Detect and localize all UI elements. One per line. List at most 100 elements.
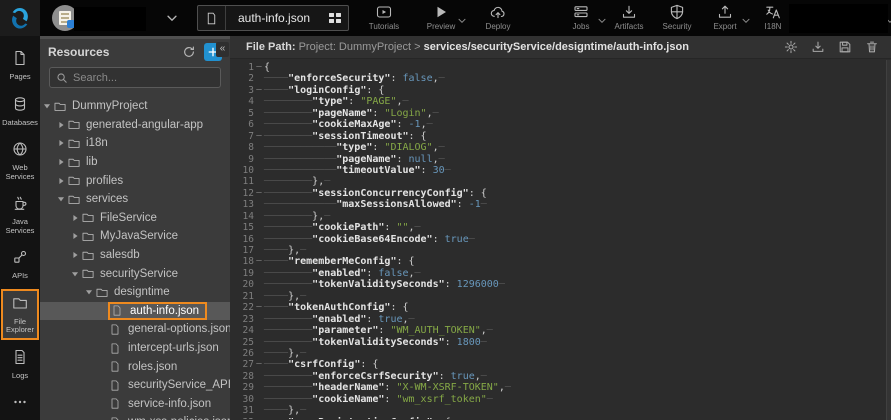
tree-arrow-closed-icon[interactable] xyxy=(56,158,66,166)
toolbar-deploy[interactable]: Deploy xyxy=(479,3,517,31)
line-number: 13 xyxy=(230,199,254,210)
project-chevron-down-icon[interactable] xyxy=(165,11,179,30)
line-number: 19 xyxy=(230,268,254,279)
sidebar-item-logs[interactable]: Logs xyxy=(1,343,39,386)
sidebar-item-java-services[interactable]: Java Services xyxy=(1,189,39,240)
code-text: { xyxy=(264,62,891,73)
sidebar-item-pages[interactable]: Pages xyxy=(1,44,39,87)
fold-spacer xyxy=(254,119,264,130)
toolbar-tutorials[interactable]: Tutorials xyxy=(365,3,403,31)
chevron-down-icon[interactable] xyxy=(598,11,606,29)
tree-item-auth-info.json[interactable]: auth-info.json xyxy=(40,302,230,321)
file-icon xyxy=(109,360,123,373)
tree-arrow-open-icon[interactable] xyxy=(42,102,52,110)
toolbar-artifacts[interactable]: Artifacts xyxy=(610,3,648,31)
deploy-icon xyxy=(490,3,506,21)
search-input[interactable] xyxy=(73,72,203,84)
tree-arrow-closed-icon[interactable] xyxy=(70,232,80,240)
tree-arrow-open-icon[interactable] xyxy=(84,288,94,296)
preview-icon xyxy=(433,3,449,21)
tree-item-salesdb[interactable]: salesdb xyxy=(40,246,230,265)
tree-item-securityService[interactable]: securityService xyxy=(40,264,230,283)
sidebar-item-web-services[interactable]: Web Services xyxy=(1,135,39,186)
delete-file-icon[interactable] xyxy=(865,40,879,54)
tree-item-MyJavaService[interactable]: MyJavaService xyxy=(40,227,230,246)
toolbar-preview[interactable]: Preview xyxy=(422,3,460,31)
tree-arrow-closed-icon[interactable] xyxy=(56,139,66,147)
tree-item-i18n[interactable]: i18n xyxy=(40,134,230,153)
tree-arrow-closed-icon[interactable] xyxy=(56,121,66,129)
sidebar-item-more[interactable] xyxy=(1,388,39,420)
code-content[interactable]: 1–{2────"enforceSecurity": false,─3–────… xyxy=(230,59,891,419)
editor-actions xyxy=(771,40,879,54)
resources-header: Resources xyxy=(40,39,230,65)
fold-marker[interactable]: – xyxy=(254,62,264,73)
tree-item-label: FileService xyxy=(100,212,157,224)
tree-item-wm-xss-policies.json[interactable]: wm-xss-policies.json xyxy=(40,413,230,420)
line-number: 17 xyxy=(230,245,254,256)
code-line: 23────────"enabled": true,─ xyxy=(230,314,891,325)
editor-scrollbar[interactable] xyxy=(886,60,891,420)
tree-item-roles.json[interactable]: roles.json xyxy=(40,357,230,376)
toolbar-jobs[interactable]: Jobs xyxy=(562,3,600,31)
code-text: ────────"tokenValiditySeconds": 1296000─ xyxy=(264,279,891,290)
fold-marker[interactable]: – xyxy=(254,417,264,419)
fold-marker[interactable]: – xyxy=(254,256,264,267)
grid-view-icon[interactable] xyxy=(322,6,348,30)
tree-item-lib[interactable]: lib xyxy=(40,153,230,172)
open-file-tab[interactable]: auth-info.json xyxy=(197,5,349,31)
line-number: 21 xyxy=(230,291,254,302)
fold-marker[interactable]: – xyxy=(254,302,264,313)
tree-arrow-closed-icon[interactable] xyxy=(70,251,80,259)
code-line: 15────────"cookiePath": "",─ xyxy=(230,222,891,233)
sidebar-item-apis[interactable]: APIs xyxy=(1,243,39,286)
download-file-icon[interactable] xyxy=(811,40,825,54)
tree-item-securityService_API.json[interactable]: securityService_API.json xyxy=(40,376,230,395)
save-file-icon[interactable] xyxy=(838,40,852,54)
refresh-icon[interactable] xyxy=(182,45,196,59)
fold-marker[interactable]: – xyxy=(254,188,264,199)
toolbar-export[interactable]: Export xyxy=(706,3,744,31)
top-bar: auth-info.json Tutorials Preview Deploy Job… xyxy=(0,0,891,36)
line-number: 2 xyxy=(230,73,254,84)
code-text: ────"tokenAuthConfig": { xyxy=(264,302,891,313)
tree-item-general-options.json[interactable]: general-options.json xyxy=(40,320,230,339)
chevron-down-icon[interactable] xyxy=(742,11,750,29)
tree-item-FileService[interactable]: FileService xyxy=(40,209,230,228)
wavemaker-logo[interactable] xyxy=(0,0,40,36)
collapse-panel-button[interactable]: « xyxy=(216,42,229,57)
fold-spacer xyxy=(254,154,264,165)
sidebar-item-file-explorer[interactable]: File Explorer xyxy=(1,289,39,340)
fold-marker[interactable]: – xyxy=(254,131,264,142)
resources-search xyxy=(49,67,221,88)
toolbar-security[interactable]: Security xyxy=(658,3,696,31)
toolbar-i18n[interactable]: I18N xyxy=(754,3,792,31)
tree-item-content: salesdb xyxy=(80,246,146,264)
fold-spacer xyxy=(254,234,264,245)
line-number: 18 xyxy=(230,256,254,267)
editor-settings-gear-icon[interactable] xyxy=(784,40,798,54)
tree-item-DummyProject[interactable]: DummyProject xyxy=(40,97,230,116)
tree-item-profiles[interactable]: profiles xyxy=(40,171,230,190)
code-line: 27–────"csrfConfig": { xyxy=(230,359,891,370)
tree-item-generated-angular-app[interactable]: generated-angular-app xyxy=(40,116,230,135)
tree-arrow-open-icon[interactable] xyxy=(56,195,66,203)
fold-marker[interactable]: – xyxy=(254,85,264,96)
line-number: 14 xyxy=(230,211,254,222)
tree-item-intercept-urls.json[interactable]: intercept-urls.json xyxy=(40,339,230,358)
tree-item-services[interactable]: services xyxy=(40,190,230,209)
code-text: ────────"sessionConcurrencyConfig": { xyxy=(264,188,891,199)
tree-arrow-closed-icon[interactable] xyxy=(70,214,80,222)
tree-item-designtime[interactable]: designtime xyxy=(40,283,230,302)
tree-arrow-closed-icon[interactable] xyxy=(56,177,66,185)
tree-item-label: salesdb xyxy=(100,249,140,261)
tree-arrow-open-icon[interactable] xyxy=(70,270,80,278)
fold-spacer xyxy=(254,394,264,405)
chevron-down-icon[interactable] xyxy=(458,11,466,29)
fold-marker[interactable]: – xyxy=(254,359,264,370)
tree-item-service-info.json[interactable]: service-info.json xyxy=(40,395,230,414)
fold-spacer xyxy=(254,268,264,279)
line-number: 31 xyxy=(230,405,254,416)
line-number: 5 xyxy=(230,108,254,119)
sidebar-item-databases[interactable]: Databases xyxy=(1,90,39,133)
